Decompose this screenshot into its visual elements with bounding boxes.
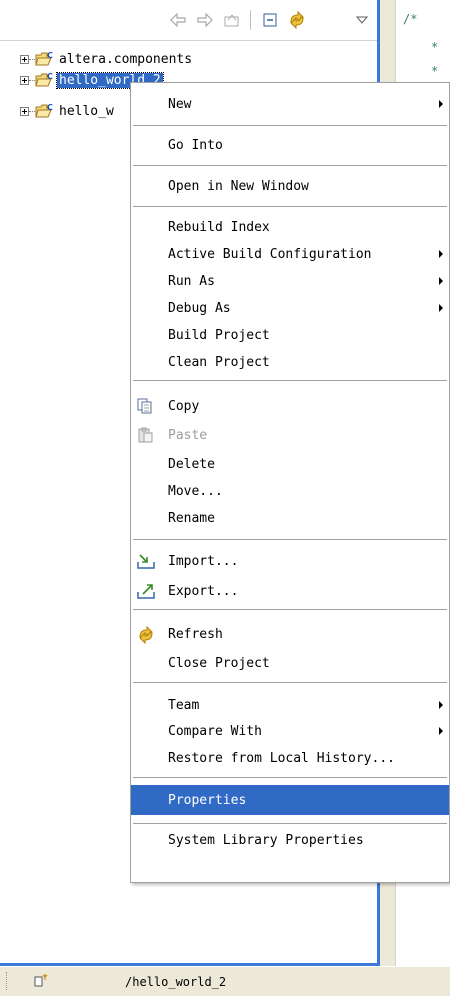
menu-item-label: Properties <box>168 792 247 808</box>
menu-separator <box>133 206 447 207</box>
menu-item-label: Paste <box>168 427 208 443</box>
menu-item-system-library-properties[interactable]: System Library Properties <box>131 828 449 852</box>
menu-item-import[interactable]: Import... <box>131 549 449 573</box>
menu-separator <box>133 380 447 381</box>
import-icon <box>137 553 155 569</box>
link-with-editor-icon[interactable] <box>287 10 307 30</box>
menu-item-label: Delete <box>168 456 215 472</box>
menu-item-label: Rebuild Index <box>168 219 270 235</box>
back-icon[interactable] <box>168 10 188 30</box>
status-grip <box>6 972 10 990</box>
menu-item-label: Run As <box>168 273 215 289</box>
refresh-icon <box>137 625 153 645</box>
tree-item[interactable]: C altera.components <box>0 50 194 68</box>
submenu-arrow-icon <box>439 100 443 108</box>
menu-item-clean-project[interactable]: Clean Project <box>131 350 449 374</box>
explorer-toolbar <box>0 0 377 41</box>
menu-item-label: Import... <box>168 553 239 569</box>
menu-item-compare-with[interactable]: Compare With <box>131 719 449 743</box>
menu-item-label: Copy <box>168 398 200 414</box>
status-path: /hello_world_2 <box>125 975 227 989</box>
tree-item-label: altera.components <box>59 51 193 67</box>
menu-item-label: Restore from Local History... <box>168 750 395 766</box>
menu-item-copy[interactable]: Copy <box>131 394 449 418</box>
status-bar: /hello_world_2 <box>0 966 450 996</box>
menu-separator <box>133 777 447 778</box>
forward-icon[interactable] <box>195 10 215 30</box>
c-project-folder-icon: C <box>35 51 53 67</box>
paste-icon <box>137 427 153 443</box>
code-line: /* <box>403 12 418 26</box>
code-line: * <box>431 40 439 54</box>
submenu-arrow-icon <box>439 701 443 709</box>
svg-text:C: C <box>47 51 53 60</box>
svg-text:C: C <box>47 72 53 81</box>
up-icon[interactable] <box>222 10 242 30</box>
menu-item-team[interactable]: Team <box>131 693 449 717</box>
menu-item-run-as[interactable]: Run As <box>131 269 449 293</box>
menu-item-label: Move... <box>168 483 223 499</box>
menu-item-properties[interactable]: Properties <box>131 785 449 815</box>
menu-item-restore-from-local-history[interactable]: Restore from Local History... <box>131 746 449 770</box>
view-menu-icon[interactable] <box>352 10 372 30</box>
menu-item-label: Go Into <box>168 137 223 153</box>
menu-item-open-in-new-window[interactable]: Open in New Window <box>131 174 449 198</box>
menu-item-label: New <box>168 96 192 112</box>
context-menu: New Go Into Open in New Window Rebuild I… <box>130 82 450 883</box>
menu-item-delete[interactable]: Delete <box>131 452 449 476</box>
menu-item-label: Open in New Window <box>168 178 309 194</box>
c-project-folder-icon: C <box>35 103 53 119</box>
menu-item-label: Export... <box>168 583 239 599</box>
menu-item-rename[interactable]: Rename <box>131 506 449 530</box>
menu-item-label: Rename <box>168 510 215 526</box>
menu-item-rebuild-index[interactable]: Rebuild Index <box>131 215 449 239</box>
menu-item-export[interactable]: Export... <box>131 579 449 603</box>
copy-icon <box>137 398 153 414</box>
collapse-all-icon[interactable] <box>260 10 280 30</box>
code-line: * <box>431 64 439 78</box>
menu-item-refresh[interactable]: Refresh <box>131 622 449 646</box>
submenu-arrow-icon <box>439 304 443 312</box>
submenu-arrow-icon <box>439 250 443 258</box>
menu-separator <box>133 539 447 540</box>
expand-icon[interactable] <box>20 54 29 64</box>
menu-item-debug-as[interactable]: Debug As <box>131 296 449 320</box>
status-project-icon <box>34 974 48 992</box>
menu-separator <box>133 165 447 166</box>
menu-item-move[interactable]: Move... <box>131 479 449 503</box>
menu-item-label: Team <box>168 697 200 713</box>
menu-separator <box>133 823 447 824</box>
expand-icon[interactable] <box>20 75 29 85</box>
menu-item-label: Active Build Configuration <box>168 246 372 262</box>
menu-item-label: Close Project <box>168 655 270 671</box>
menu-item-close-project[interactable]: Close Project <box>131 651 449 675</box>
c-project-folder-icon: C <box>35 72 53 88</box>
menu-item-new[interactable]: New <box>131 92 449 116</box>
menu-separator <box>133 682 447 683</box>
menu-item-paste[interactable]: Paste <box>131 423 449 447</box>
menu-item-build-project[interactable]: Build Project <box>131 323 449 347</box>
tree-item[interactable]: C hello_w <box>0 102 116 120</box>
submenu-arrow-icon <box>439 727 443 735</box>
expand-icon[interactable] <box>20 106 29 116</box>
menu-item-go-into[interactable]: Go Into <box>131 133 449 157</box>
menu-item-label: Build Project <box>168 327 270 343</box>
tree-item-label: hello_w <box>59 103 114 119</box>
svg-text:C: C <box>47 103 53 112</box>
menu-separator <box>133 125 447 126</box>
export-icon <box>137 583 155 599</box>
menu-separator <box>133 609 447 610</box>
menu-item-label: Refresh <box>168 626 223 642</box>
menu-item-label: Compare With <box>168 723 262 739</box>
submenu-arrow-icon <box>439 277 443 285</box>
menu-item-label: System Library Properties <box>168 832 364 848</box>
menu-item-active-build-configuration[interactable]: Active Build Configuration <box>131 242 449 266</box>
menu-item-label: Debug As <box>168 300 231 316</box>
menu-item-label: Clean Project <box>168 354 270 370</box>
